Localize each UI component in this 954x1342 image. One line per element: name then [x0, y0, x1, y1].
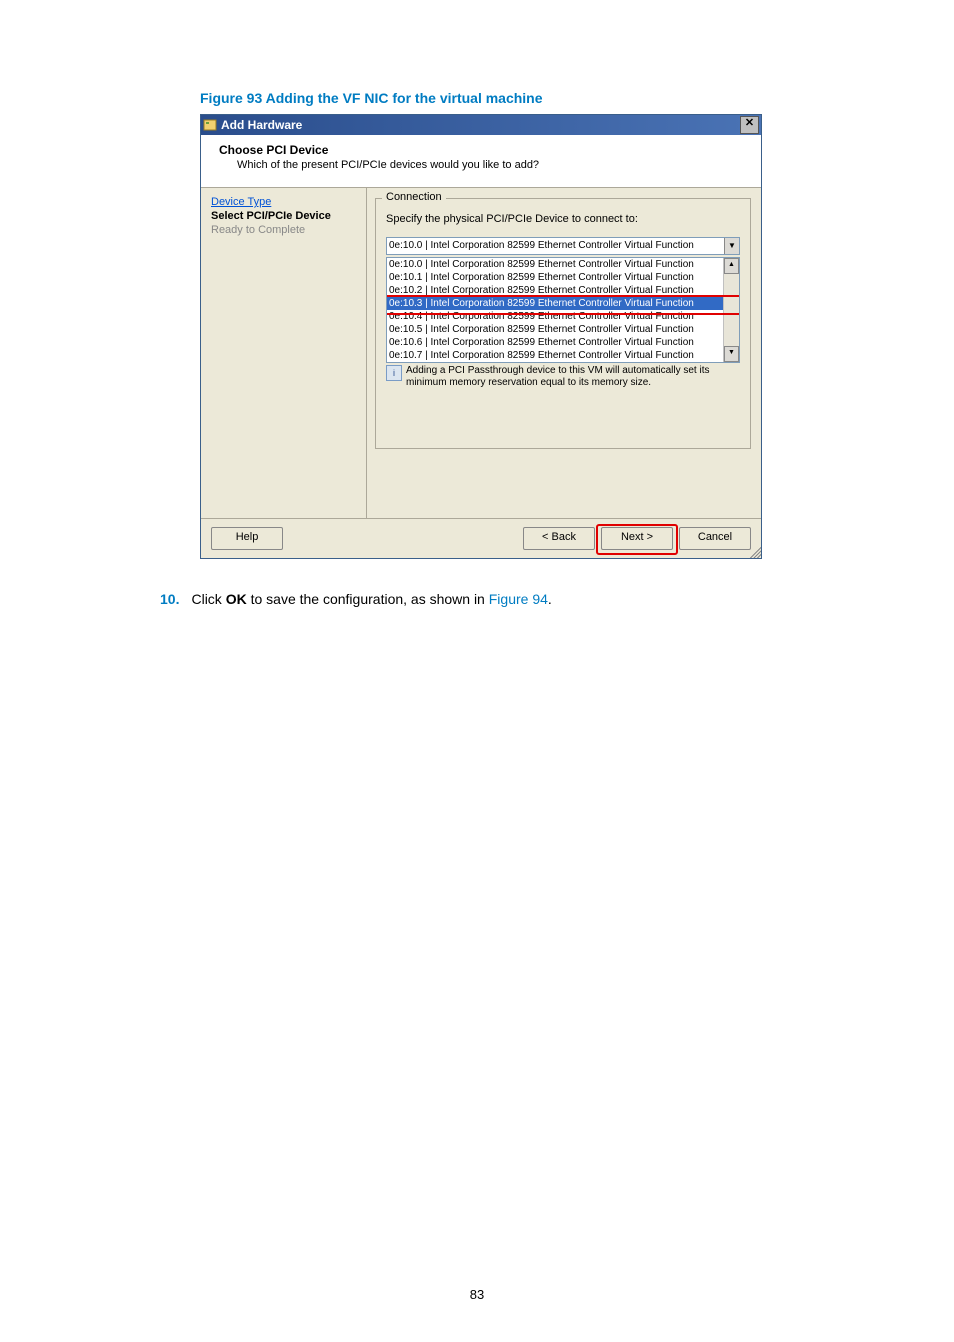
step-text-3: .	[548, 591, 552, 607]
list-item[interactable]: 0e:10.2 | Intel Corporation 82599 Ethern…	[387, 284, 723, 297]
window-title: Add Hardware	[221, 115, 302, 135]
dialog-window: Add Hardware ✕ Choose PCI Device Which o…	[200, 114, 762, 559]
step-text-1: Click	[191, 591, 225, 607]
close-icon[interactable]: ✕	[740, 116, 759, 134]
dialog-footer: Help < Back Next > Cancel	[201, 518, 761, 558]
info-text: Adding a PCI Passthrough device to this …	[406, 365, 740, 389]
figure-caption: Figure 93 Adding the VF NIC for the virt…	[200, 90, 854, 106]
scrollbar[interactable]: ▲ ▼	[723, 258, 739, 362]
dialog-header: Choose PCI Device Which of the present P…	[201, 135, 761, 188]
chevron-down-icon[interactable]: ▼	[724, 238, 739, 254]
scroll-down-icon[interactable]: ▼	[724, 346, 739, 362]
step-text-2: to save the configuration, as shown in	[247, 591, 489, 607]
info-icon: i	[386, 365, 402, 381]
list-item[interactable]: 0e:10.7 | Intel Corporation 82599 Ethern…	[387, 349, 723, 362]
sidebar-item-device-type[interactable]: Device Type	[211, 196, 356, 208]
help-button[interactable]: Help	[211, 527, 283, 550]
resize-grip-icon[interactable]	[747, 544, 761, 558]
list-item-selected[interactable]: 0e:10.3 | Intel Corporation 82599 Ethern…	[387, 297, 723, 310]
header-title: Choose PCI Device	[219, 143, 749, 157]
step-bold: OK	[226, 591, 247, 607]
figure-link[interactable]: Figure 94	[489, 591, 548, 607]
step-instruction: 10. Click OK to save the configuration, a…	[160, 591, 854, 607]
header-subtitle: Which of the present PCI/PCIe devices wo…	[237, 159, 749, 171]
back-button[interactable]: < Back	[523, 527, 595, 550]
window-icon	[203, 118, 217, 132]
sidebar-item-ready: Ready to Complete	[211, 224, 356, 236]
step-number: 10.	[160, 591, 179, 607]
scroll-up-icon[interactable]: ▲	[724, 258, 739, 274]
list-item[interactable]: 0e:10.1 | Intel Corporation 82599 Ethern…	[387, 271, 723, 284]
list-item[interactable]: 0e:10.0 | Intel Corporation 82599 Ethern…	[387, 258, 723, 271]
next-button[interactable]: Next >	[601, 527, 673, 550]
combobox-value: 0e:10.0 | Intel Corporation 82599 Ethern…	[389, 238, 694, 254]
sidebar-item-select-pci[interactable]: Select PCI/PCIe Device	[211, 210, 356, 222]
list-item[interactable]: 0e:10.4 | Intel Corporation 82599 Ethern…	[387, 310, 723, 323]
connection-fieldset: Connection Specify the physical PCI/PCIe…	[375, 198, 751, 449]
list-item[interactable]: 0e:10.5 | Intel Corporation 82599 Ethern…	[387, 323, 723, 336]
pci-device-listbox[interactable]: 0e:10.0 | Intel Corporation 82599 Ethern…	[386, 257, 740, 363]
wizard-sidebar: Device Type Select PCI/PCIe Device Ready…	[201, 188, 367, 518]
scroll-track[interactable]	[724, 274, 739, 346]
page-number: 83	[100, 1287, 854, 1302]
pci-device-combobox[interactable]: 0e:10.0 | Intel Corporation 82599 Ethern…	[386, 237, 740, 255]
instruction-text: Specify the physical PCI/PCIe Device to …	[386, 213, 740, 225]
fieldset-legend: Connection	[382, 191, 446, 203]
cancel-button[interactable]: Cancel	[679, 527, 751, 550]
titlebar: Add Hardware ✕	[201, 115, 761, 135]
list-item[interactable]: 0e:10.6 | Intel Corporation 82599 Ethern…	[387, 336, 723, 349]
